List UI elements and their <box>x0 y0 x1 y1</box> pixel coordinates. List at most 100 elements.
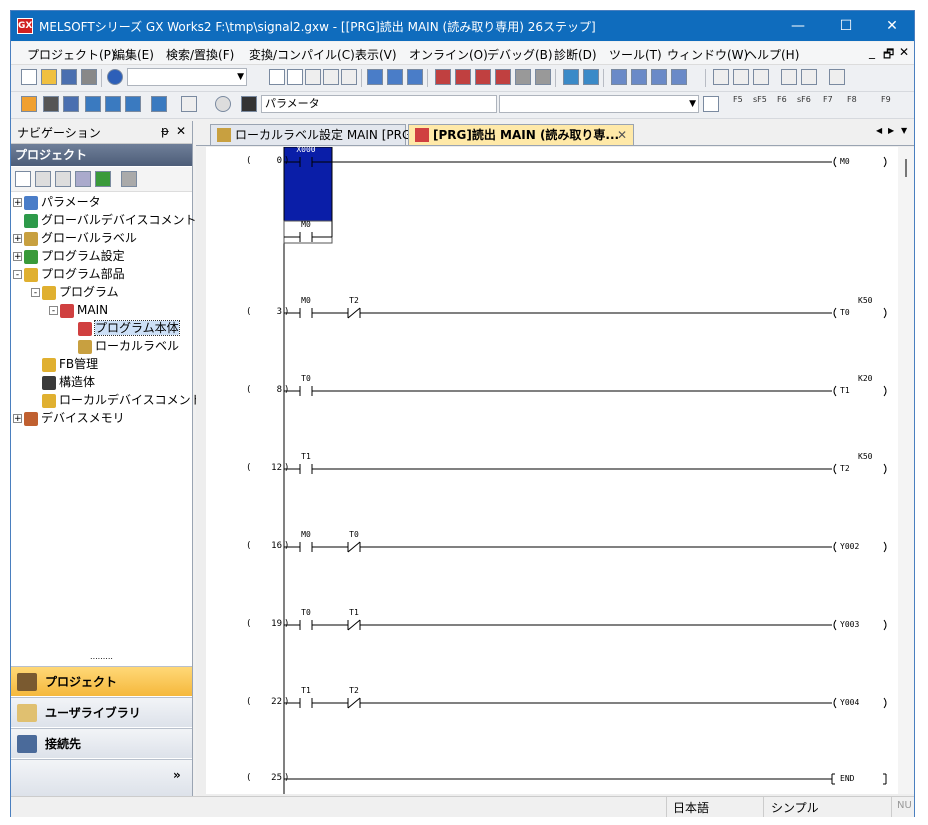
menu-tools[interactable]: ツール(T) <box>609 46 662 63</box>
device-display-icon[interactable] <box>151 96 167 112</box>
save-icon[interactable] <box>61 69 77 85</box>
tree-item[interactable]: ローカルラベル <box>67 337 179 355</box>
sim-write-icon[interactable] <box>651 69 667 85</box>
ladder-note-icon[interactable] <box>829 69 845 85</box>
monitor-write-icon[interactable] <box>475 69 491 85</box>
menu-debug[interactable]: デバッグ(B) <box>487 46 553 63</box>
tab-list-icon[interactable]: ▼ <box>901 126 907 135</box>
mdi-close-button[interactable]: ✕ <box>899 45 909 59</box>
pin-icon[interactable]: ᵽ <box>161 124 169 138</box>
tree-item[interactable]: ローカルデバイスコメント <box>31 391 203 409</box>
ladder-insert-icon[interactable] <box>713 69 729 85</box>
verify-plc-icon[interactable] <box>407 69 423 85</box>
binoculars-icon[interactable] <box>241 96 257 112</box>
window-icon[interactable] <box>671 69 687 85</box>
undo-icon[interactable] <box>323 69 339 85</box>
ladder-statement-icon[interactable] <box>801 69 817 85</box>
menu-help[interactable]: ヘルプ(H) <box>745 46 799 63</box>
menu-diagnostics[interactable]: 診断(D) <box>554 46 597 63</box>
collapse-icon[interactable]: - <box>13 270 22 280</box>
menu-project[interactable]: プロジェクト(P) <box>27 46 116 63</box>
device-test-icon[interactable] <box>563 69 579 85</box>
close-button[interactable]: ✕ <box>870 11 914 41</box>
fkey-F5[interactable]: F5 <box>733 95 743 104</box>
expand-icon[interactable]: + <box>13 234 22 244</box>
redo-icon[interactable] <box>341 69 357 85</box>
nav-button-user-library[interactable]: ユーザライブラリ <box>11 697 192 727</box>
toolbar-combo-1[interactable]: ▼ <box>127 68 247 86</box>
nav-button-more[interactable]: » <box>11 759 192 796</box>
question-icon[interactable] <box>215 96 231 112</box>
tree-item[interactable]: - MAIN <box>49 301 108 319</box>
sim-stop-icon[interactable] <box>631 69 647 85</box>
tab-close-icon[interactable]: ✕ <box>617 125 627 145</box>
tree-item[interactable]: - プログラム <box>31 283 119 301</box>
document-icon[interactable] <box>703 96 719 112</box>
search-scope-combo[interactable]: ▼ <box>499 95 699 113</box>
expand-icon[interactable]: + <box>13 252 22 262</box>
tree-item[interactable]: + デバイスメモリ <box>13 409 125 427</box>
sim-start-icon[interactable] <box>611 69 627 85</box>
minimize-button[interactable]: — <box>776 11 820 41</box>
sort-icon[interactable] <box>121 171 137 187</box>
tab-program-main[interactable]: [PRG]読出 MAIN (読み取り専... ✕ <box>408 124 634 145</box>
properties-icon[interactable] <box>75 171 91 187</box>
ladder-delete-icon[interactable] <box>733 69 749 85</box>
collapse-icon[interactable]: - <box>31 288 40 298</box>
refresh-icon[interactable] <box>95 171 111 187</box>
new-data-icon[interactable] <box>15 171 31 187</box>
monitor-batch-icon[interactable] <box>535 69 551 85</box>
fkey-sF5[interactable]: sF5 <box>753 95 767 104</box>
paste-data-icon[interactable] <box>55 171 71 187</box>
mdi-restore-button[interactable]: 🗗 <box>883 45 894 66</box>
new-file-icon[interactable] <box>21 69 37 85</box>
paste-icon[interactable] <box>305 69 321 85</box>
menu-search[interactable]: 検索/置換(F) <box>166 46 234 63</box>
monitor-stop-icon[interactable] <box>455 69 471 85</box>
dev-rebuild-icon[interactable] <box>125 96 141 112</box>
copy-data-icon[interactable] <box>35 171 51 187</box>
element-selection-icon[interactable] <box>43 96 59 112</box>
menu-edit[interactable]: 編集(E) <box>113 46 154 63</box>
fkey-F9[interactable]: F9 <box>881 95 891 104</box>
dev-convert-icon[interactable] <box>105 96 121 112</box>
tree-item[interactable]: + グローバルラベル <box>13 229 137 247</box>
fkey-sF6[interactable]: sF6 <box>797 95 811 104</box>
menu-convert[interactable]: 変換/コンパイル(C) <box>249 46 355 63</box>
tab-scroll-right-icon[interactable]: ▶ <box>888 126 894 135</box>
expand-icon[interactable]: + <box>13 198 22 208</box>
tree-item[interactable]: + パラメータ <box>13 193 101 211</box>
nav-button-connection[interactable]: 接続先 <box>11 728 192 758</box>
search-combo[interactable]: パラメータ <box>261 95 497 113</box>
cut-icon[interactable] <box>269 69 285 85</box>
vertical-scrollbar[interactable] <box>898 147 914 794</box>
tab-scroll-left-icon[interactable]: ◀ <box>876 126 882 135</box>
expand-icon[interactable]: + <box>13 414 22 424</box>
tree-item[interactable]: FB管理 <box>31 355 98 373</box>
navigation-toggle-icon[interactable] <box>21 96 37 112</box>
help-icon[interactable] <box>107 69 123 85</box>
monitor-mode-icon[interactable] <box>495 69 511 85</box>
copy-icon[interactable] <box>287 69 303 85</box>
open-folder-icon[interactable] <box>41 69 57 85</box>
tree-item[interactable]: 構造体 <box>31 373 95 391</box>
monitor-all-icon[interactable] <box>515 69 531 85</box>
collapse-icon[interactable]: - <box>49 306 58 316</box>
menu-view[interactable]: 表示(V) <box>355 46 397 63</box>
zoom-icon[interactable] <box>181 96 197 112</box>
output-window-icon[interactable] <box>63 96 79 112</box>
navigation-close-icon[interactable]: ✕ <box>176 124 186 138</box>
device-batch-icon[interactable] <box>583 69 599 85</box>
ladder-editor[interactable]: 0() X000 M0 M0 3() M0 T2 T0 K50 8() T0 T1 K20 12() T1 T… <box>206 145 898 794</box>
maximize-button[interactable]: ☐ <box>824 11 868 41</box>
title-bar[interactable]: GX MELSOFTシリーズ GX Works2 F:\tmp\signal2.… <box>11 11 914 41</box>
fkey-F7[interactable]: F7 <box>823 95 833 104</box>
tree-item[interactable]: - プログラム部品 <box>13 265 125 283</box>
scrollbar-thumb[interactable] <box>905 159 907 177</box>
nav-button-project[interactable]: プロジェクト <box>11 666 192 696</box>
pane-splitter[interactable]: ......... <box>11 653 192 665</box>
menu-window[interactable]: ウィンドウ(W) <box>667 46 748 63</box>
fkey-F6[interactable]: F6 <box>777 95 787 104</box>
monitor-start-icon[interactable] <box>435 69 451 85</box>
write-plc-icon[interactable] <box>387 69 403 85</box>
